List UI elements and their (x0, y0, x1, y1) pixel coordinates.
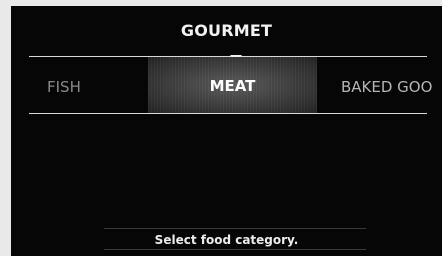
carousel-fade-right (432, 57, 442, 113)
bottom-divider (29, 113, 427, 114)
status-divider-bottom (104, 249, 366, 250)
carousel-fade-left (11, 57, 37, 113)
category-fish[interactable]: FISH (47, 78, 81, 96)
status-message: Select food category. (154, 233, 299, 247)
display-screen: GOURMET FISH MEAT BAKED GOO Select food … (11, 6, 442, 256)
category-meat[interactable]: MEAT (148, 77, 317, 95)
category-baked-goods[interactable]: BAKED GOO (341, 78, 432, 96)
status-divider-top (104, 228, 366, 229)
page-title: GOURMET (180, 21, 273, 40)
